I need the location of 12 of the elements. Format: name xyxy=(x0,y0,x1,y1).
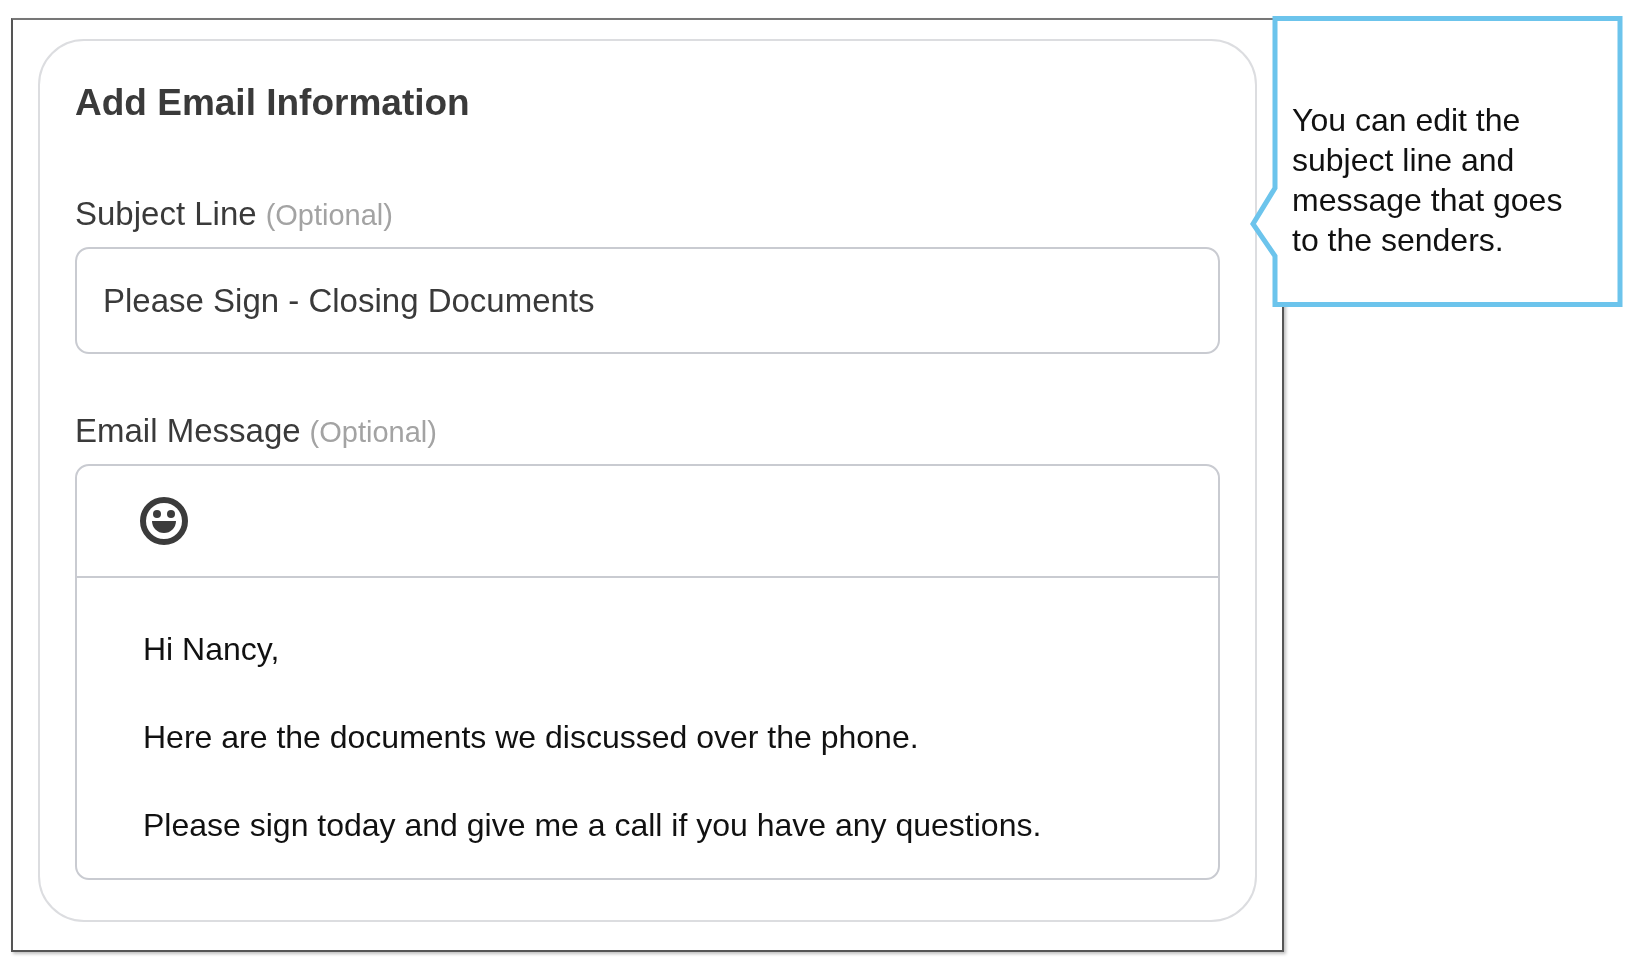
optional-hint: (Optional) xyxy=(309,416,437,450)
card-title: Add Email Information xyxy=(75,81,471,125)
message-paragraph: Please sign today and give me a call if you have any questions. xyxy=(143,806,1043,845)
message-editor[interactable]: Hi Nancy, Here are the documents we discussed over the phone. Please sign today and give me a call if you have any questions. xyxy=(75,464,1220,881)
message-paragraph: Hi Nancy, xyxy=(143,630,281,669)
field-label: Subject Line xyxy=(75,195,257,234)
emoji-icon[interactable] xyxy=(139,496,189,547)
field-label: Email Message xyxy=(75,412,301,451)
subject-field[interactable]: Please Sign - Closing Documents xyxy=(75,247,1220,355)
message-paragraph: Here are the documents we discussed over the phone. xyxy=(143,718,920,757)
optional-hint: (Optional) xyxy=(265,199,393,233)
callout-text: You can edit the subject line and message that goes to the senders. xyxy=(1292,101,1564,260)
